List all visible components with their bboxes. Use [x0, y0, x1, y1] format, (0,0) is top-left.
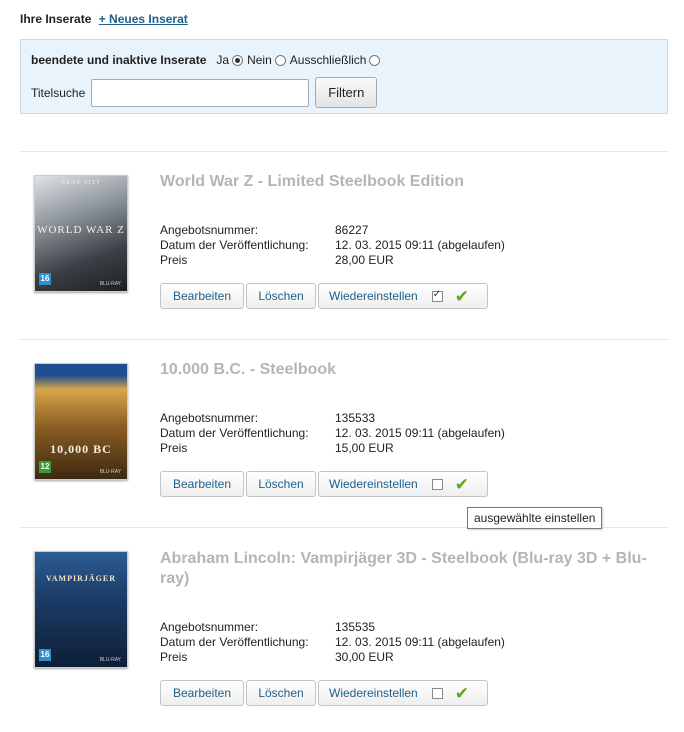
reinstate-label: Wiedereinstellen: [329, 477, 418, 491]
offer-number-label: Angebotsnummer:: [160, 620, 259, 634]
cover-title-text: VAMPIRJÄGER: [46, 574, 116, 583]
edit-button[interactable]: Bearbeiten: [160, 680, 244, 706]
cover-image: BRAD PITT WORLD WAR Z 16 BLU-RAY: [34, 175, 128, 292]
cover-poster: VAMPIRJÄGER 16 BLU-RAY: [35, 552, 127, 667]
reinstate-button[interactable]: Wiedereinstellen ✔: [318, 283, 488, 309]
listing-item: 10,000 BC 12 BLU-RAY 10.000 B.C. - Steel…: [20, 340, 668, 527]
cover-image: VAMPIRJÄGER 16 BLU-RAY: [34, 551, 128, 668]
page-heading: Ihre Inserate + Neues Inserat: [20, 12, 188, 26]
title-search-input[interactable]: [91, 78, 310, 107]
radio-nein[interactable]: [274, 54, 286, 66]
price-label: Preis: [160, 441, 188, 455]
option-ja[interactable]: Ja: [216, 53, 245, 67]
edit-button[interactable]: Bearbeiten: [160, 283, 244, 309]
page-title: Ihre Inserate: [20, 12, 92, 26]
delete-button[interactable]: Löschen: [246, 680, 316, 706]
cover-top-text: BRAD PITT: [61, 180, 101, 186]
radio-ausschliesslich[interactable]: [369, 54, 381, 66]
published-label: Datum der Veröffentlichung:: [160, 635, 309, 649]
filter-panel: beendete und inaktive Inserate Ja Nein A…: [20, 39, 668, 114]
offer-number-label: Angebotsnummer:: [160, 411, 259, 425]
listing-actions: Bearbeiten Löschen Wiedereinstellen ✔: [160, 680, 490, 706]
price-label: Preis: [160, 650, 188, 664]
published-value: 12. 03. 2015 09:11 (abgelaufen): [335, 426, 505, 440]
listing-item: BRAD PITT WORLD WAR Z 16 BLU-RAY World W…: [20, 152, 668, 339]
option-ausschliesslich[interactable]: Ausschließlich: [290, 53, 383, 67]
inactive-filter-row: beendete und inaktive Inserate Ja Nein A…: [31, 53, 384, 67]
inactive-filter-label: beendete und inaktive Inserate: [31, 53, 207, 67]
reinstate-button[interactable]: Wiedereinstellen ✔: [318, 471, 488, 497]
option-nein[interactable]: Nein: [247, 53, 288, 67]
published-value: 12. 03. 2015 09:11 (abgelaufen): [335, 635, 505, 649]
age-rating-badge: 12: [39, 461, 51, 473]
select-checkbox[interactable]: [431, 478, 443, 490]
listing-details: Angebotsnummer: 135533 Datum der Veröffen…: [160, 411, 505, 456]
delete-button[interactable]: Löschen: [246, 283, 316, 309]
new-listing-link[interactable]: + Neues Inserat: [99, 12, 188, 26]
listing-title[interactable]: Abraham Lincoln: Vampirjäger 3D - Steelb…: [160, 549, 650, 589]
listing-item: VAMPIRJÄGER 16 BLU-RAY Abraham Lincoln: …: [20, 528, 668, 728]
reinstate-label: Wiedereinstellen: [329, 686, 418, 700]
offer-number-label: Angebotsnummer:: [160, 223, 259, 237]
bluray-logo: BLU-RAY: [99, 469, 121, 475]
checkmark-icon[interactable]: ✔: [455, 476, 469, 493]
checkmark-icon[interactable]: ✔: [455, 288, 469, 305]
cover-poster: BRAD PITT WORLD WAR Z 16 BLU-RAY: [35, 176, 127, 291]
listing-title[interactable]: 10.000 B.C. - Steelbook: [160, 360, 650, 380]
title-search-row: Titelsuche Filtern: [31, 77, 378, 108]
published-label: Datum der Veröffentlichung:: [160, 426, 309, 440]
reinstate-label: Wiedereinstellen: [329, 289, 418, 303]
bluray-logo: BLU-RAY: [99, 281, 121, 287]
option-ja-label: Ja: [216, 53, 230, 67]
age-rating-badge: 16: [39, 649, 51, 661]
cover-image: 10,000 BC 12 BLU-RAY: [34, 363, 128, 480]
listing-details: Angebotsnummer: 135535 Datum der Veröffen…: [160, 620, 505, 665]
radio-ja[interactable]: [232, 54, 244, 66]
select-checkbox[interactable]: [431, 289, 443, 302]
published-value: 12. 03. 2015 09:11 (abgelaufen): [335, 238, 505, 252]
listing-actions: Bearbeiten Löschen Wiedereinstellen ✔: [160, 283, 490, 309]
checkmark-icon[interactable]: ✔: [455, 685, 469, 702]
listing-title[interactable]: World War Z - Limited Steelbook Edition: [160, 172, 650, 192]
price-value: 15,00 EUR: [335, 441, 394, 455]
price-label: Preis: [160, 253, 188, 267]
option-nein-label: Nein: [247, 53, 272, 67]
option-ausschliesslich-label: Ausschließlich: [289, 53, 367, 67]
published-label: Datum der Veröffentlichung:: [160, 238, 309, 252]
age-rating-badge: 16: [39, 273, 51, 285]
reinstate-button[interactable]: Wiedereinstellen ✔: [318, 680, 488, 706]
bluray-logo: BLU-RAY: [99, 657, 121, 663]
tooltip: ausgewählte einstellen: [467, 507, 603, 529]
cover-title-text: 10,000 BC: [50, 442, 112, 456]
price-value: 30,00 EUR: [335, 650, 394, 664]
price-value: 28,00 EUR: [335, 253, 394, 267]
listing-details: Angebotsnummer: 86227 Datum der Veröffent…: [160, 223, 505, 268]
cover-poster: 10,000 BC 12 BLU-RAY: [35, 364, 127, 479]
offer-number-value: 135535: [335, 620, 376, 634]
offer-number-value: 135533: [335, 411, 376, 425]
filter-button[interactable]: Filtern: [315, 77, 378, 108]
offer-number-value: 86227: [335, 223, 369, 237]
title-search-label: Titelsuche: [31, 85, 86, 100]
listing-actions: Bearbeiten Löschen Wiedereinstellen ✔: [160, 471, 490, 497]
edit-button[interactable]: Bearbeiten: [160, 471, 244, 497]
delete-button[interactable]: Löschen: [246, 471, 316, 497]
cover-title-text: WORLD WAR Z: [37, 224, 125, 236]
select-checkbox[interactable]: [431, 687, 443, 699]
